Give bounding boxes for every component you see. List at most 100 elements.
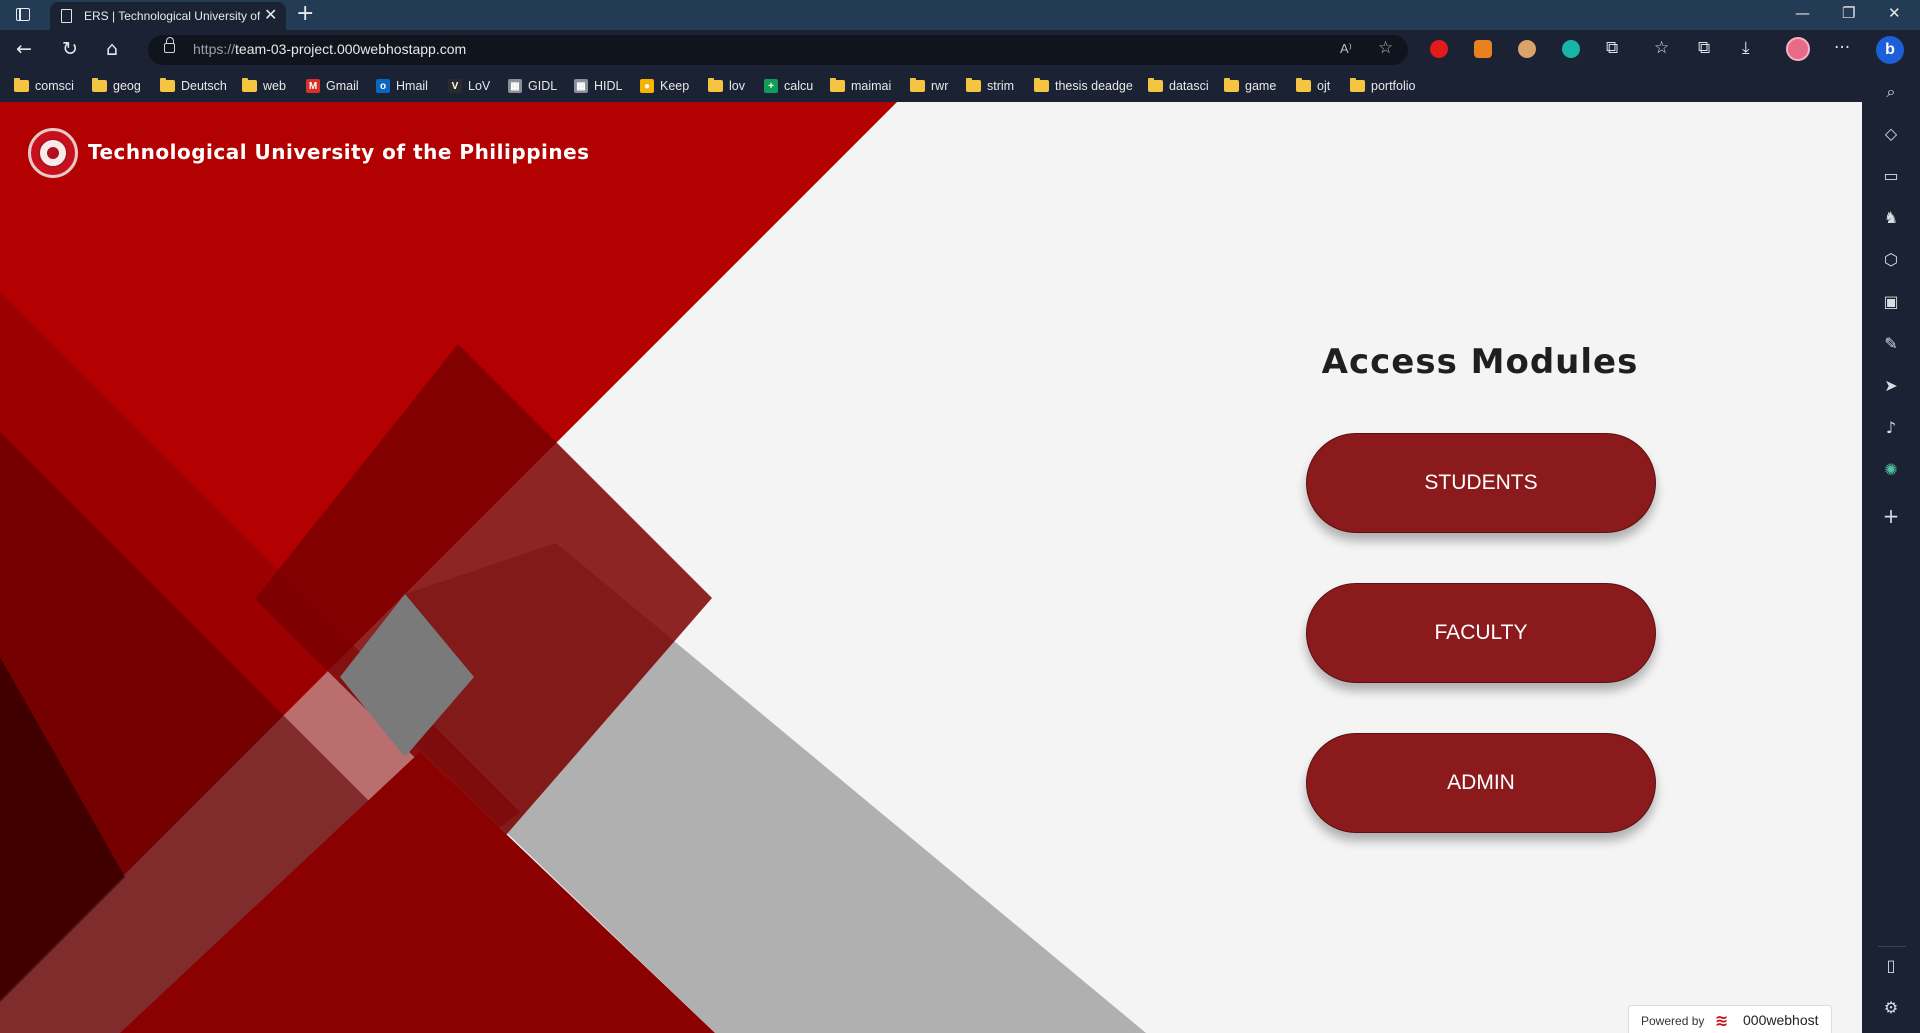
- copilot-sidebar-icon[interactable]: ⬡: [1862, 250, 1920, 269]
- bookmark-game[interactable]: game: [1224, 76, 1276, 96]
- bookmark-label: LoV: [468, 79, 491, 93]
- sidebar-toggle-icon[interactable]: ▯: [1862, 956, 1920, 975]
- folder-icon: [1296, 78, 1311, 92]
- bookmark-hmail[interactable]: o Hmail: [376, 76, 428, 96]
- folder-icon: [966, 78, 981, 92]
- bookmark-label: thesis deadge: [1055, 79, 1133, 93]
- extension-adblock-icon[interactable]: [1430, 40, 1448, 58]
- refresh-button[interactable]: ↻: [62, 38, 78, 60]
- extensions-icon[interactable]: ⧉: [1606, 38, 1618, 58]
- bookmark-label: game: [1245, 79, 1277, 93]
- bookmark-datasci[interactable]: datasci: [1148, 76, 1209, 96]
- university-logo: [28, 128, 78, 178]
- right-sidebar: ⌕ ◇ ▭ ♞ ⬡ ▣ ✎ ➤ ♪ ✺ + ▯ ⚙: [1862, 70, 1920, 1033]
- settings-icon[interactable]: ⚙: [1862, 998, 1920, 1017]
- tab-bar: ERS | Technological University of ✕ + — …: [0, 0, 1920, 30]
- faculty-button[interactable]: FACULTY: [1306, 583, 1656, 683]
- home-button[interactable]: ⌂: [106, 38, 118, 60]
- bookmark-favicon-icon: V: [448, 79, 462, 93]
- bookmark-lov[interactable]: lov: [708, 76, 745, 96]
- url-protocol: https://: [193, 41, 236, 57]
- bookmark-label: Gmail: [326, 79, 359, 93]
- bookmark-lov[interactable]: V LoV: [448, 76, 490, 96]
- admin-button[interactable]: ADMIN: [1306, 733, 1656, 833]
- bookmark-strim[interactable]: strim: [966, 76, 1014, 96]
- address-toolbar: ← ↻ ⌂ https://team-03-project.000webhost…: [0, 30, 1920, 70]
- bookmark-favicon-icon: M: [306, 79, 320, 93]
- bookmark-maimai[interactable]: maimai: [830, 76, 891, 96]
- outlook-icon[interactable]: ▣: [1862, 292, 1920, 311]
- address-bar[interactable]: https://team-03-project.000webhostapp.co…: [148, 35, 1408, 65]
- designer-icon[interactable]: ✎: [1862, 334, 1920, 353]
- new-tab-button[interactable]: +: [296, 1, 314, 26]
- bookmark-favicon-icon: o: [376, 79, 390, 93]
- tab-title: ERS | Technological University of: [84, 9, 260, 23]
- more-menu-icon[interactable]: ···: [1834, 38, 1850, 58]
- logo-seal: [38, 138, 68, 168]
- profile-avatar[interactable]: [1786, 37, 1810, 61]
- bookmark-label: lov: [729, 79, 745, 93]
- bookmark-hidl[interactable]: ▦ HIDL: [574, 76, 622, 96]
- read-aloud-icon[interactable]: A⁾: [1340, 41, 1352, 57]
- search-icon[interactable]: ⌕: [1862, 82, 1920, 102]
- url-text[interactable]: https://team-03-project.000webhostapp.co…: [193, 41, 466, 57]
- tag-icon[interactable]: ◇: [1862, 124, 1920, 143]
- back-button[interactable]: ←: [16, 38, 32, 60]
- bookmark-calcu[interactable]: + calcu: [764, 76, 813, 96]
- background-graphic: [0, 102, 1146, 1033]
- chatgpt-icon[interactable]: ✺: [1862, 460, 1920, 479]
- games-icon[interactable]: ♞: [1862, 208, 1920, 227]
- downloads-icon[interactable]: ⤓: [1742, 38, 1750, 58]
- folder-icon: [1148, 78, 1163, 92]
- collections-icon[interactable]: ⧉: [1698, 38, 1710, 58]
- favorites-icon[interactable]: ☆: [1654, 38, 1669, 58]
- folder-icon: [92, 78, 107, 92]
- url-host: team-03-project.000webhostapp.com: [235, 41, 467, 57]
- bookmark-label: datasci: [1169, 79, 1209, 93]
- page-icon: [61, 9, 72, 23]
- extension-avatar-icon[interactable]: [1518, 40, 1536, 58]
- bookmark-portfolio[interactable]: portfolio: [1350, 76, 1415, 96]
- bell-icon[interactable]: ♪: [1862, 418, 1920, 437]
- students-button[interactable]: STUDENTS: [1306, 433, 1656, 533]
- bookmark-favicon-icon: ▦: [508, 79, 522, 93]
- bookmark-deutsch[interactable]: Deutsch: [160, 76, 227, 96]
- site-title: Technological University of the Philippi…: [88, 140, 590, 164]
- extension-metamask-icon[interactable]: [1474, 40, 1492, 58]
- bookmark-ojt[interactable]: ojt: [1296, 76, 1330, 96]
- 000webhost-logo-icon: ≋: [1715, 1011, 1729, 1030]
- restore-button[interactable]: ❐: [1842, 4, 1855, 22]
- bookmark-label: ojt: [1317, 79, 1331, 93]
- bookmark-label: geog: [113, 79, 141, 93]
- active-tab[interactable]: ERS | Technological University of ✕: [50, 2, 286, 30]
- bookmark-geog[interactable]: geog: [92, 76, 141, 96]
- minimize-button[interactable]: —: [1795, 4, 1810, 22]
- powered-by-label: Powered by: [1641, 1014, 1705, 1028]
- bookmark-comsci[interactable]: comsci: [14, 76, 74, 96]
- folder-icon: [1034, 78, 1049, 92]
- folder-icon: [1350, 78, 1365, 92]
- extension-teal-icon[interactable]: [1562, 40, 1580, 58]
- add-favorite-icon[interactable]: ☆: [1378, 38, 1393, 58]
- bookmark-gidl[interactable]: ▦ GIDL: [508, 76, 557, 96]
- tab-close-icon[interactable]: ✕: [264, 5, 277, 25]
- powered-by-badge[interactable]: Powered by ≋ 000webhost: [1628, 1005, 1832, 1033]
- tab-actions-icon[interactable]: [16, 8, 30, 21]
- bookmark-label: maimai: [851, 79, 892, 93]
- bookmark-keep[interactable]: ● Keep: [640, 76, 689, 96]
- send-icon[interactable]: ➤: [1862, 376, 1920, 395]
- close-window-button[interactable]: ✕: [1888, 4, 1901, 22]
- bookmark-favicon-icon: ▦: [574, 79, 588, 93]
- bookmark-label: strim: [987, 79, 1015, 93]
- add-sidebar-icon[interactable]: +: [1862, 504, 1920, 528]
- sidebar-divider: [1878, 946, 1906, 947]
- bookmark-thesis-deadge[interactable]: thesis deadge: [1034, 76, 1133, 96]
- lock-icon[interactable]: [164, 37, 175, 53]
- bookmark-gmail[interactable]: M Gmail: [306, 76, 359, 96]
- bookmark-web[interactable]: web: [242, 76, 286, 96]
- tools-icon[interactable]: ▭: [1862, 166, 1920, 185]
- folder-icon: [160, 78, 175, 92]
- copilot-icon[interactable]: b: [1876, 36, 1904, 64]
- bookmark-rwr[interactable]: rwr: [910, 76, 948, 96]
- bookmark-label: portfolio: [1371, 79, 1416, 93]
